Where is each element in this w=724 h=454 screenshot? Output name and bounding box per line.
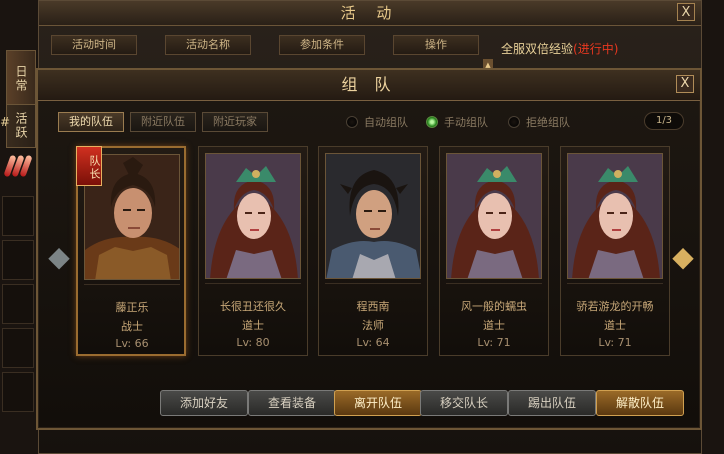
team-close-button[interactable]: X (676, 75, 694, 93)
side-tab-daily[interactable]: 日常 (6, 50, 36, 108)
member-level: Lv: 71 (598, 336, 632, 349)
side-tab-active[interactable]: 活跃 (6, 104, 36, 148)
column-activity-time[interactable]: 活动时间 (51, 35, 137, 55)
side-slot[interactable] (2, 196, 34, 236)
member-info: 风一般的蠕虫 道士 Lv: 71 (446, 283, 542, 350)
column-operation[interactable]: 操作 (393, 35, 479, 55)
radio-dot-icon[interactable] (426, 116, 438, 128)
disband-team-button[interactable]: 解散队伍 (596, 390, 684, 416)
taoist-portrait (567, 153, 663, 279)
member-name: 长很丑还很久 (220, 300, 286, 313)
taoist-portrait (205, 153, 301, 279)
prev-page-arrow-icon[interactable]: ◆ (48, 238, 70, 276)
team-panel: 组 队 X 我的队伍 附近队伍 附近玩家 自动组队 手动组队 拒绝组队 1/3 … (36, 68, 702, 430)
member-level: Lv: 66 (115, 337, 149, 350)
tab-my-team[interactable]: 我的队伍 (58, 112, 124, 132)
member-name: 风一般的蠕虫 (461, 300, 527, 313)
side-slot[interactable] (2, 284, 34, 324)
page-indicator: 1/3 (644, 112, 684, 130)
member-job: 道士 (483, 319, 505, 332)
kick-member-button[interactable]: 踢出队伍 (508, 390, 596, 416)
taoist-portrait (446, 153, 542, 279)
side-slot[interactable] (2, 372, 34, 412)
next-page-arrow-icon[interactable]: ◆ (672, 238, 694, 276)
column-join-condition[interactable]: 参加条件 (279, 35, 365, 55)
member-card[interactable]: 风一般的蠕虫 道士 Lv: 71 (439, 146, 549, 356)
member-level: Lv: 80 (236, 336, 270, 349)
column-activity-name[interactable]: 活动名称 (165, 35, 251, 55)
member-name: 骄若游龙的开畅 (576, 300, 654, 313)
potion-icon[interactable] (3, 152, 33, 180)
promo-status: (进行中) (573, 42, 619, 56)
member-name: 藤正乐 (115, 301, 149, 314)
edge-mark: # (0, 115, 11, 129)
member-card[interactable]: 队长 藤正乐 战士 Lv: 66 (76, 146, 186, 356)
member-job: 战士 (121, 320, 143, 333)
radio-dot-icon[interactable] (346, 116, 358, 128)
promo-text: 全服双倍经验 (501, 42, 574, 56)
member-info: 程西南 法师 Lv: 64 (325, 283, 421, 350)
member-info: 骄若游龙的开畅 道士 Lv: 71 (567, 283, 663, 350)
radio-label: 自动组队 (364, 116, 408, 129)
member-job: 法师 (362, 319, 384, 332)
view-equipment-button[interactable]: 查看装备 (248, 390, 336, 416)
member-info: 长很丑还很久 道士 Lv: 80 (205, 283, 301, 350)
radio-label: 拒绝组队 (526, 116, 570, 129)
activity-close-button[interactable]: X (677, 3, 695, 21)
mage-portrait (325, 153, 421, 279)
radio-dot-icon[interactable] (508, 116, 520, 128)
activity-window-title: 活 动 (39, 1, 701, 26)
member-job: 道士 (604, 319, 626, 332)
radio-manual-team[interactable]: 手动组队 (426, 114, 488, 130)
add-friend-button[interactable]: 添加好友 (160, 390, 248, 416)
member-card[interactable]: 骄若游龙的开畅 道士 Lv: 71 (560, 146, 670, 356)
side-slot[interactable] (2, 240, 34, 280)
radio-auto-team[interactable]: 自动组队 (346, 114, 408, 130)
team-panel-title: 组 队 (38, 70, 700, 101)
radio-label: 手动组队 (444, 116, 488, 129)
member-job: 道士 (242, 319, 264, 332)
member-level: Lv: 71 (477, 336, 511, 349)
side-slot[interactable] (2, 328, 34, 368)
member-card[interactable]: 长很丑还很久 道士 Lv: 80 (198, 146, 308, 356)
member-info: 藤正乐 战士 Lv: 66 (84, 284, 180, 351)
transfer-leader-button[interactable]: 移交队长 (420, 390, 508, 416)
radio-refuse-team[interactable]: 拒绝组队 (508, 114, 570, 130)
leader-badge: 队长 (76, 146, 102, 186)
leave-team-button[interactable]: 离开队伍 (334, 390, 422, 416)
member-name: 程西南 (356, 300, 390, 313)
member-card[interactable]: 程西南 法师 Lv: 64 (318, 146, 428, 356)
tab-nearby-players[interactable]: 附近玩家 (202, 112, 268, 132)
double-exp-notice: 全服双倍经验(进行中) (501, 37, 701, 61)
tab-nearby-teams[interactable]: 附近队伍 (130, 112, 196, 132)
member-level: Lv: 64 (356, 336, 390, 349)
